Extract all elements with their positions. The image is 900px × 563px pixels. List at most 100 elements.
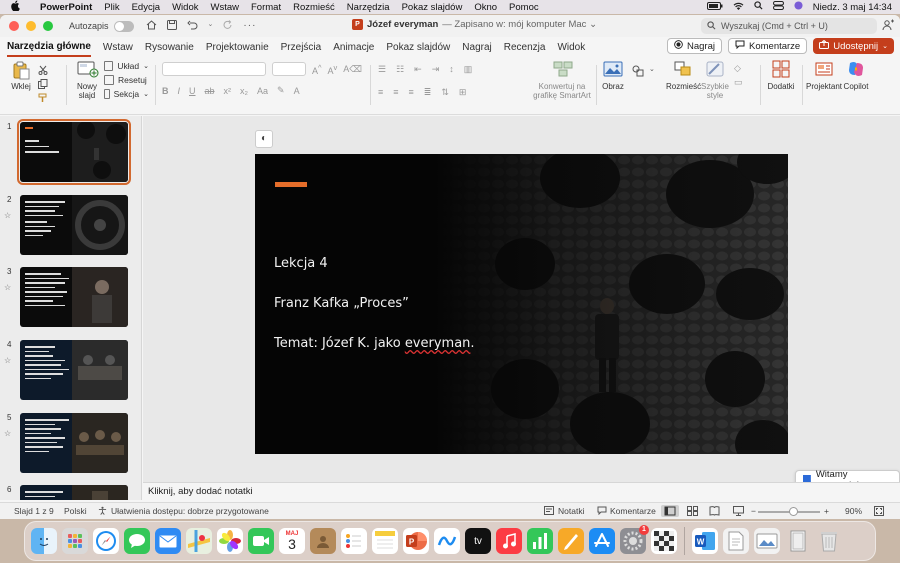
freeform-app-icon[interactable] [434, 528, 460, 554]
superscript-icon[interactable]: x² [224, 86, 232, 96]
menu-help[interactable]: Pomoc [509, 2, 539, 13]
search-box[interactable]: Wyszukaj (Cmd + Ctrl + U) [701, 18, 877, 34]
decrease-font-icon[interactable]: Av [328, 63, 338, 76]
thumbnail-image[interactable] [20, 413, 128, 473]
thumbnail-image[interactable] [20, 340, 128, 400]
font-name-field[interactable] [162, 62, 267, 76]
highlight-icon[interactable]: ✎ [277, 85, 285, 96]
reading-view-icon[interactable] [709, 506, 720, 518]
slide-title-text[interactable]: Franz Kafka „Proces” [274, 296, 409, 311]
misspelled-word[interactable]: everyman [405, 336, 471, 351]
share-people-icon[interactable] [882, 19, 894, 31]
minimize-window-button[interactable] [26, 21, 36, 31]
align-center-icon[interactable]: ≡ [393, 87, 398, 97]
numbers-app-icon[interactable] [527, 528, 553, 554]
document-title[interactable]: P Józef everyman — Zapisano w: mój kompu… [352, 19, 597, 30]
accessibility-status[interactable]: Ułatwienia dostępu: dobrze przygotowane [111, 506, 269, 516]
strikethrough-icon[interactable]: ab [205, 86, 215, 96]
subscript-icon[interactable]: x₂ [240, 86, 248, 96]
reminders-app-icon[interactable] [341, 528, 367, 554]
contacts-app-icon[interactable] [310, 528, 336, 554]
maps-app-icon[interactable] [186, 528, 212, 554]
siri-icon[interactable] [794, 1, 803, 13]
control-center-icon[interactable] [772, 1, 784, 13]
italic-icon[interactable]: I [178, 86, 181, 96]
notes-pane[interactable]: Kliknij, aby dodać notatki [143, 482, 900, 502]
menu-insert[interactable]: Wstaw [211, 2, 240, 13]
section-button[interactable]: Sekcja ⌄ [104, 87, 149, 101]
shape-fill-icon[interactable]: ◇ [734, 61, 754, 75]
spotlight-icon[interactable] [754, 1, 763, 13]
design-ideas-icon[interactable]: ◐ [255, 130, 273, 148]
menu-file[interactable]: Plik [104, 2, 119, 13]
align-left-icon[interactable]: ≡ [378, 87, 383, 97]
menu-app-name[interactable]: PowerPoint [40, 2, 92, 13]
menu-format[interactable]: Format [251, 2, 281, 13]
thumbnail-image[interactable] [20, 485, 128, 500]
tab-insert[interactable]: Wstaw [103, 39, 133, 56]
thumbnail-slide-4[interactable]: 4 ☆ [0, 340, 141, 406]
smartart-button[interactable]: Konwertuj na grafikę SmartArt [530, 60, 594, 100]
cut-icon[interactable] [38, 63, 54, 77]
home-icon[interactable] [146, 19, 157, 33]
zoom-level[interactable]: 90% [845, 506, 862, 516]
calendar-app-icon[interactable]: MAJ 3 [279, 528, 305, 554]
launchpad-app-icon[interactable] [62, 528, 88, 554]
app-store-app-icon[interactable] [589, 528, 615, 554]
columns-icon[interactable]: ▥ [464, 64, 473, 75]
clear-formatting-icon[interactable]: A⌫ [343, 64, 362, 75]
slideshow-icon[interactable] [733, 506, 744, 518]
safari-app-icon[interactable] [93, 528, 119, 554]
undo-dropdown-icon[interactable]: ⌄ [208, 20, 214, 33]
language-indicator[interactable]: Polski [64, 506, 87, 516]
thumbnail-slide-3[interactable]: 3 ☆ [0, 267, 141, 333]
addins-button[interactable]: Dodatki [766, 60, 796, 91]
close-window-button[interactable] [9, 21, 19, 31]
arrange-button[interactable]: Rozmieść [666, 60, 701, 91]
change-case-icon[interactable]: Aa [257, 86, 268, 96]
normal-view-button[interactable] [661, 505, 679, 517]
apple-menu-icon[interactable] [10, 0, 26, 14]
thumbnail-slide-6[interactable]: 6 ☆ [0, 485, 141, 500]
thumbnail-image[interactable] [20, 267, 128, 327]
appletv-app-icon[interactable]: tv [465, 528, 491, 554]
zoom-in-icon[interactable]: + [824, 506, 829, 516]
align-text-icon[interactable]: ⊞ [459, 87, 467, 98]
redo-icon[interactable] [223, 19, 233, 33]
more-icon[interactable]: ··· [243, 20, 256, 33]
tab-design[interactable]: Projektowanie [206, 39, 269, 56]
tab-animations[interactable]: Animacje [333, 39, 374, 56]
picture-button[interactable]: Obraz [600, 60, 626, 91]
wifi-icon[interactable] [733, 2, 744, 13]
tab-slideshow[interactable]: Pokaz slajdów [386, 39, 450, 56]
notes-toggle-label[interactable]: Notatki [558, 506, 584, 516]
align-right-icon[interactable]: ≡ [409, 87, 414, 97]
menu-slideshow[interactable]: Pokaz slajdów [402, 2, 463, 13]
comments-toggle-icon[interactable] [597, 506, 607, 517]
word-app-icon[interactable]: W [692, 528, 718, 554]
facetime-app-icon[interactable] [248, 528, 274, 554]
battery-icon[interactable] [706, 1, 723, 13]
zoom-slider-thumb[interactable] [789, 507, 798, 516]
copilot-button[interactable]: Copilot [842, 60, 870, 91]
quick-styles-button[interactable]: Szybkie style [700, 60, 730, 100]
chevron-down-icon[interactable]: ⌄ [649, 65, 655, 80]
slide-sorter-icon[interactable] [687, 506, 698, 518]
mail-app-icon[interactable] [155, 528, 181, 554]
save-icon[interactable] [166, 19, 177, 33]
tab-transitions[interactable]: Przejścia [281, 39, 322, 56]
shape-outline-icon[interactable]: ▭ [734, 75, 754, 89]
menu-window[interactable]: Okno [474, 2, 497, 13]
tab-draw[interactable]: Rysowanie [145, 39, 194, 56]
fit-to-window-icon[interactable] [874, 506, 884, 518]
font-size-field[interactable] [272, 62, 306, 76]
pages-app-icon[interactable] [558, 528, 584, 554]
document-file-icon[interactable] [723, 528, 749, 554]
decrease-indent-icon[interactable]: ⇤ [414, 64, 422, 75]
designer-button[interactable]: Projektant [806, 60, 842, 91]
thumbnail-slide-5[interactable]: 5 ☆ [0, 413, 141, 479]
chess-app-icon[interactable] [651, 528, 677, 554]
text-direction-icon[interactable]: ⇅ [441, 87, 449, 98]
slide-topic-text[interactable]: Temat: Józef K. jako everyman. [274, 336, 475, 351]
menu-edit[interactable]: Edycja [132, 2, 161, 13]
